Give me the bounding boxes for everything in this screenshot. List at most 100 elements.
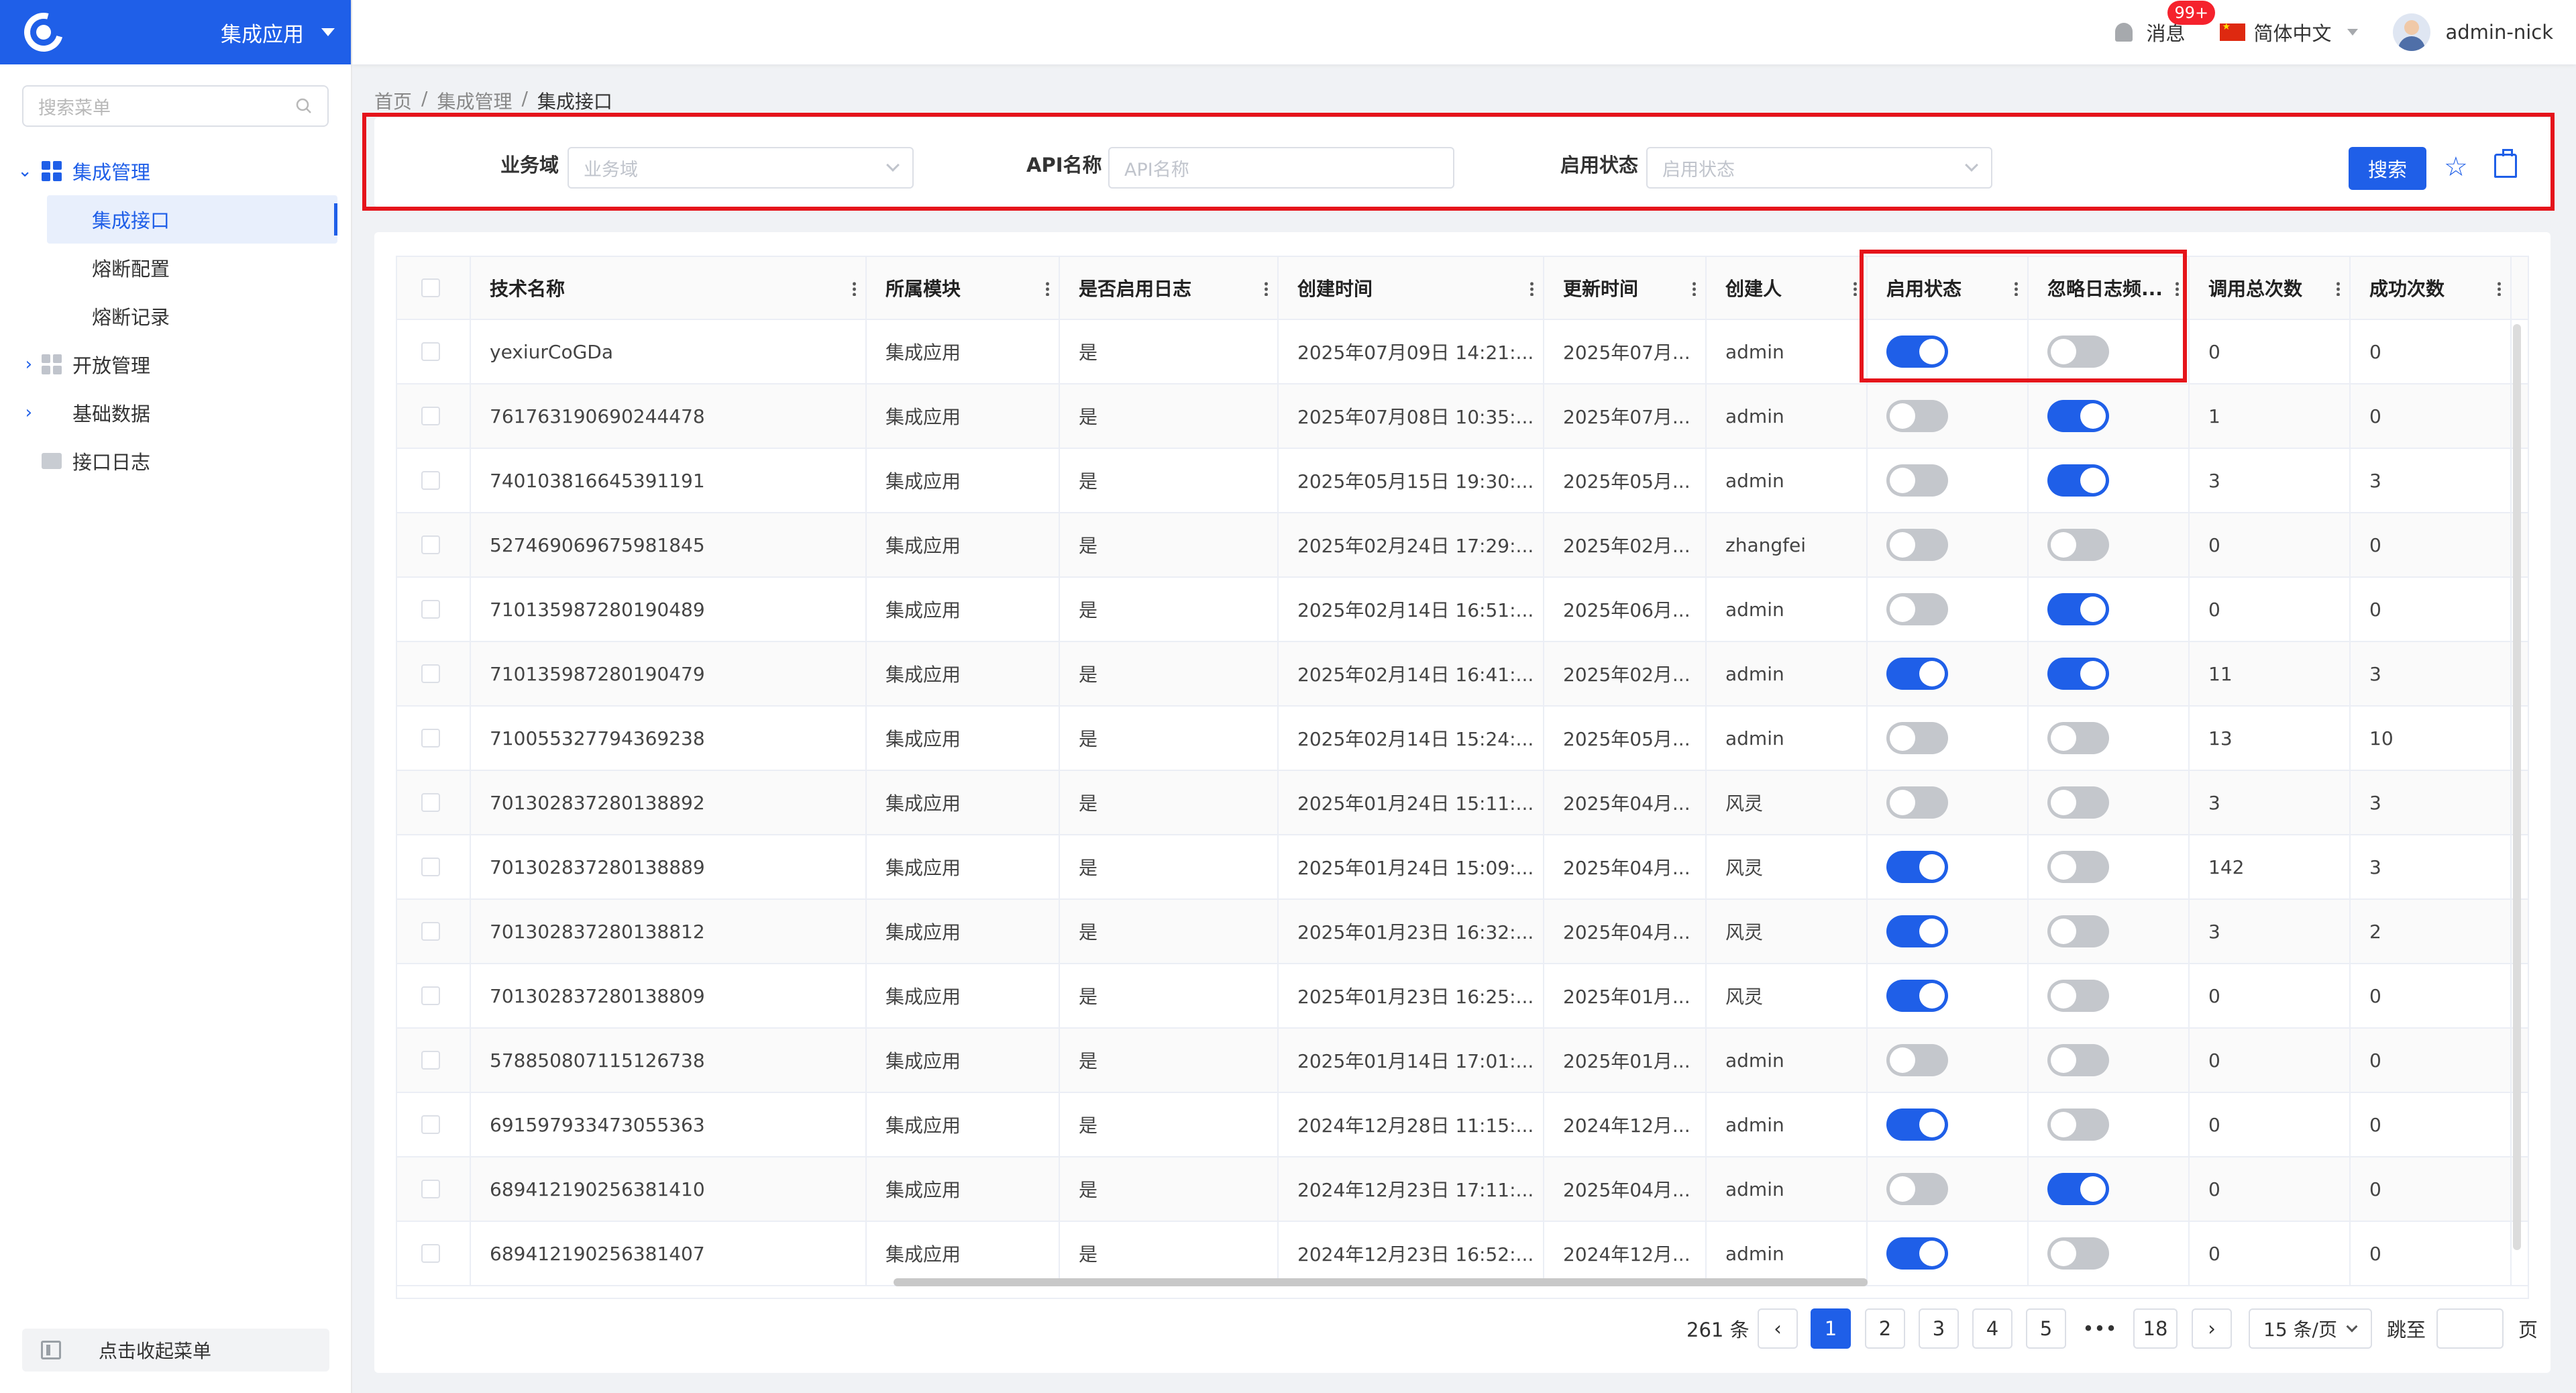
enabled-toggle[interactable] [1886, 593, 1948, 625]
ignore-log-toggle[interactable] [2047, 1044, 2109, 1076]
table-row[interactable]: 701302837280138892 集成应用 是 2025年01月24日 15:11… [397, 771, 2528, 835]
prev-page-button[interactable]: ‹ [1758, 1308, 1798, 1349]
header-cell-module[interactable]: 所属模块 [867, 257, 1060, 319]
menu-item-open-management[interactable]: › 开放管理 [0, 340, 351, 389]
next-page-button[interactable]: › [2192, 1308, 2232, 1349]
column-menu-icon[interactable] [1046, 281, 1049, 296]
menu-item-interface-log[interactable]: 接口日志 [0, 437, 351, 485]
header-cell-success-count[interactable]: 成功次数 [2351, 257, 2512, 319]
breadcrumb-home[interactable]: 首页 [374, 87, 412, 114]
search-button[interactable]: 搜索 [2349, 147, 2426, 190]
menu-search-input[interactable]: 搜索菜单 [22, 85, 329, 127]
jump-page-input[interactable] [2436, 1308, 2504, 1349]
table-row[interactable]: 701302837280138812 集成应用 是 2025年01月23日 16:32… [397, 900, 2528, 964]
table-row[interactable]: 578850807115126738 集成应用 是 2025年01月14日 17:01… [397, 1029, 2528, 1093]
page-size-select[interactable]: 15 条/页 [2249, 1308, 2372, 1349]
menu-item-circuit-records[interactable]: 熔断记录 [0, 292, 351, 340]
enabled-toggle[interactable] [1886, 336, 1948, 368]
select-all-checkbox[interactable] [421, 278, 440, 297]
domain-select[interactable]: 业务域 [568, 147, 914, 189]
status-select[interactable]: 启用状态 [1646, 147, 1992, 189]
header-cell-ignore-log-frequency[interactable]: 忽略日志频... [2029, 257, 2190, 319]
column-menu-icon[interactable] [1530, 281, 1534, 296]
table-row[interactable]: 689412190256381407 集成应用 是 2024年12月23日 16:52… [397, 1222, 2528, 1286]
enabled-toggle[interactable] [1886, 1108, 1948, 1141]
enabled-toggle[interactable] [1886, 980, 1948, 1012]
ignore-log-toggle[interactable] [2047, 851, 2109, 883]
page-button[interactable]: 2 [1865, 1308, 1905, 1349]
star-icon[interactable]: ☆ [2444, 154, 2468, 180]
header-cell-name[interactable]: 技术名称 [471, 257, 867, 319]
page-button[interactable]: 3 [1919, 1308, 1959, 1349]
column-menu-icon[interactable] [853, 281, 856, 296]
language-selector[interactable]: 简体中文 [2220, 18, 2359, 46]
ignore-log-toggle[interactable] [2047, 786, 2109, 819]
ignore-log-toggle[interactable] [2047, 529, 2109, 561]
page-button[interactable]: 18 [2133, 1308, 2178, 1349]
table-row[interactable]: 701302837280138889 集成应用 是 2025年01月24日 15:09… [397, 835, 2528, 900]
menu-item-integration-interface[interactable]: 集成接口 [47, 195, 337, 244]
enabled-toggle[interactable] [1886, 786, 1948, 819]
page-button[interactable]: 4 [1972, 1308, 2012, 1349]
ignore-log-toggle[interactable] [2047, 1173, 2109, 1205]
table-row[interactable]: yexiurCoGDa 集成应用 是 2025年07月09日 14:21:... 202… [397, 320, 2528, 384]
row-checkbox[interactable] [421, 600, 440, 619]
header-cell-enabled-status[interactable]: 启用状态 [1868, 257, 2029, 319]
app-switcher[interactable]: 集成应用 [221, 17, 335, 48]
ignore-log-toggle[interactable] [2047, 400, 2109, 432]
column-menu-icon[interactable] [2498, 281, 2501, 296]
header-cell-total-calls[interactable]: 调用总次数 [2190, 257, 2351, 319]
column-menu-icon[interactable] [2015, 281, 2018, 296]
row-checkbox[interactable] [421, 664, 440, 683]
ignore-log-toggle[interactable] [2047, 1237, 2109, 1270]
notifications-button[interactable]: 消息 99+ [2115, 1, 2216, 46]
row-checkbox[interactable] [421, 1115, 440, 1134]
table-row[interactable]: 527469069675981845 集成应用 是 2025年02月24日 17:29… [397, 513, 2528, 578]
row-checkbox[interactable] [421, 1051, 440, 1070]
enabled-toggle[interactable] [1886, 915, 1948, 947]
menu-item-integration-management[interactable]: ⌄ 集成管理 [0, 147, 351, 195]
enabled-toggle[interactable] [1886, 658, 1948, 690]
horizontal-scrollbar[interactable] [894, 1278, 1868, 1286]
menu-item-basic-data[interactable]: › 基础数据 [0, 389, 351, 437]
table-row[interactable]: 740103816645391191 集成应用 是 2025年05月15日 19:30… [397, 449, 2528, 513]
ignore-log-toggle[interactable] [2047, 1108, 2109, 1141]
table-row[interactable]: 710055327794369238 集成应用 是 2025年02月14日 15:24… [397, 707, 2528, 771]
ignore-log-toggle[interactable] [2047, 658, 2109, 690]
ignore-log-toggle[interactable] [2047, 593, 2109, 625]
row-checkbox[interactable] [421, 1180, 440, 1198]
enabled-toggle[interactable] [1886, 1173, 1948, 1205]
column-menu-icon[interactable] [2337, 281, 2340, 296]
enabled-toggle[interactable] [1886, 851, 1948, 883]
table-row[interactable]: 701302837280138809 集成应用 是 2025年01月23日 16:25… [397, 964, 2528, 1029]
header-cell-updated-time[interactable]: 更新时间 [1544, 257, 1707, 319]
enabled-toggle[interactable] [1886, 464, 1948, 497]
row-checkbox[interactable] [421, 407, 440, 425]
api-name-input[interactable]: API名称 [1108, 147, 1454, 189]
column-menu-icon[interactable] [1854, 281, 1857, 296]
enabled-toggle[interactable] [1886, 1044, 1948, 1076]
table-row[interactable]: 691597933473055363 集成应用 是 2024年12月28日 11:15… [397, 1093, 2528, 1157]
ignore-log-toggle[interactable] [2047, 464, 2109, 497]
table-row[interactable]: 710135987280190479 集成应用 是 2025年02月14日 16:41… [397, 642, 2528, 707]
row-checkbox[interactable] [421, 986, 440, 1005]
header-cell-log-enabled[interactable]: 是否启用日志 [1060, 257, 1279, 319]
column-menu-icon[interactable] [2176, 281, 2179, 296]
table-row[interactable]: 761763190690244478 集成应用 是 2025年07月08日 10:35… [397, 384, 2528, 449]
row-checkbox[interactable] [421, 729, 440, 747]
enabled-toggle[interactable] [1886, 722, 1948, 754]
enabled-toggle[interactable] [1886, 400, 1948, 432]
row-checkbox[interactable] [421, 922, 440, 941]
more-pages-button[interactable]: ••• [2080, 1308, 2120, 1349]
enabled-toggle[interactable] [1886, 1237, 1948, 1270]
page-button[interactable]: 5 [2026, 1308, 2066, 1349]
enabled-toggle[interactable] [1886, 529, 1948, 561]
collapse-menu-button[interactable]: 点击收起菜单 [22, 1329, 329, 1372]
ignore-log-toggle[interactable] [2047, 915, 2109, 947]
clear-icon[interactable] [2494, 149, 2517, 178]
ignore-log-toggle[interactable] [2047, 336, 2109, 368]
column-menu-icon[interactable] [1693, 281, 1696, 296]
header-cell-created-time[interactable]: 创建时间 [1279, 257, 1544, 319]
row-checkbox[interactable] [421, 471, 440, 490]
ignore-log-toggle[interactable] [2047, 722, 2109, 754]
